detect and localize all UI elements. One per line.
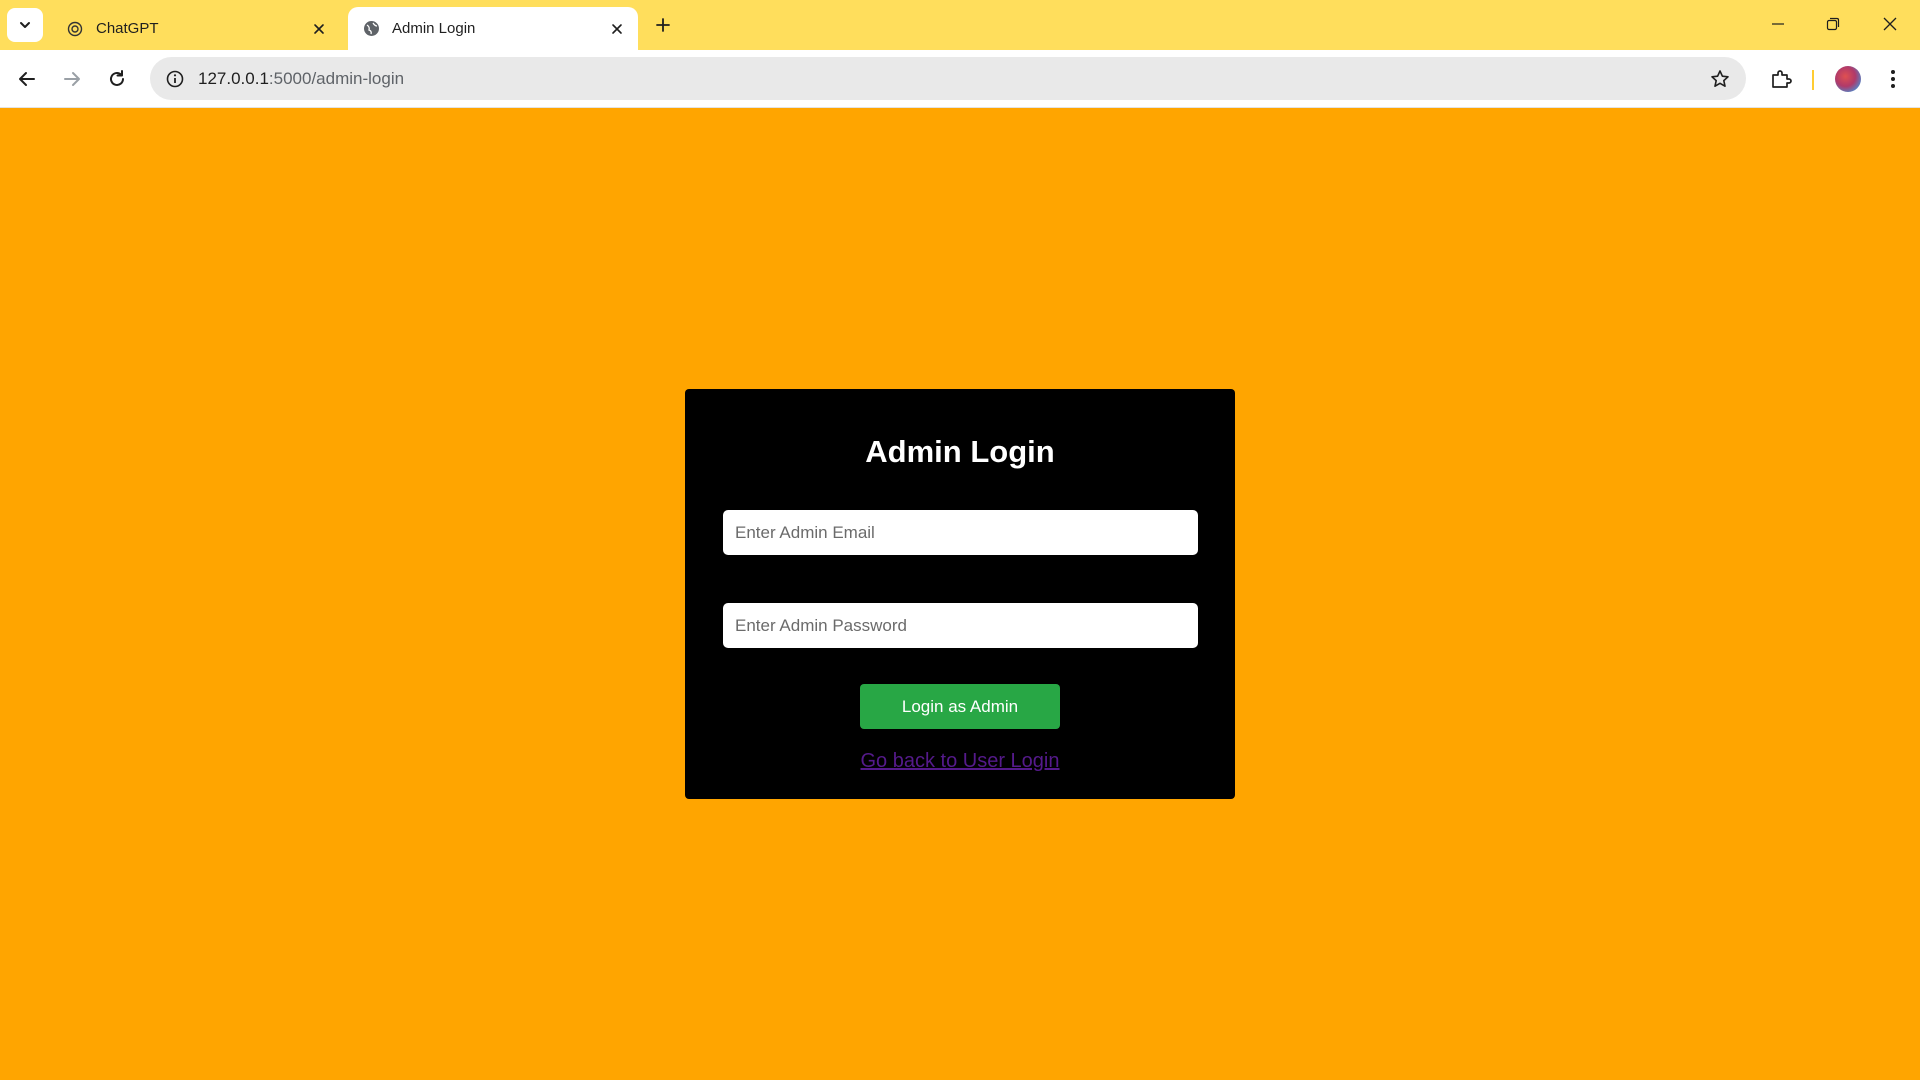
restore-icon (1826, 17, 1840, 31)
menu-button[interactable] (1876, 62, 1910, 96)
minimize-icon (1772, 23, 1784, 25)
extensions-button[interactable] (1764, 62, 1798, 96)
back-link-container: Go back to User Login (685, 750, 1235, 773)
bookmark-star-icon[interactable] (1708, 67, 1732, 91)
reload-button[interactable] (100, 62, 134, 96)
profile-avatar[interactable] (1835, 66, 1861, 92)
back-button[interactable] (10, 62, 44, 96)
more-vertical-icon (1891, 70, 1895, 88)
page-content: Admin Login Login as Admin Go back to Us… (0, 108, 1920, 1080)
close-window-button[interactable] (1870, 8, 1910, 40)
admin-password-input[interactable] (723, 603, 1198, 648)
tab-chatgpt[interactable]: ChatGPT (52, 7, 340, 50)
globe-icon (362, 20, 380, 38)
arrow-left-icon (19, 72, 35, 86)
login-heading: Admin Login (865, 434, 1055, 469)
tab-title: Admin Login (392, 20, 476, 37)
arrow-right-icon (64, 72, 80, 86)
address-bar[interactable]: 127.0.0.1:5000/admin-login (150, 57, 1746, 100)
tab-title: ChatGPT (96, 20, 159, 37)
user-login-link[interactable]: Go back to User Login (861, 750, 1060, 772)
minimize-button[interactable] (1758, 8, 1798, 40)
chevron-down-icon (20, 22, 30, 28)
url-text: 127.0.0.1:5000/admin-login (198, 69, 404, 89)
puzzle-icon (1772, 70, 1792, 88)
tab-admin-login[interactable]: Admin Login (348, 7, 638, 50)
url-path: :5000/admin-login (268, 68, 405, 88)
url-host: 127.0.0.1 (198, 68, 269, 88)
toolbar-divider (1812, 70, 1814, 90)
close-icon[interactable] (608, 20, 626, 38)
reload-icon (110, 70, 124, 86)
browser-toolbar: 127.0.0.1:5000/admin-login (0, 50, 1920, 108)
site-info-icon[interactable] (164, 68, 186, 90)
tab-search-button[interactable] (7, 8, 43, 42)
tab-strip: ChatGPT Admin Login (0, 0, 1920, 50)
chatgpt-icon (66, 20, 84, 38)
restore-button[interactable] (1813, 8, 1853, 40)
close-icon[interactable] (310, 20, 328, 38)
close-icon (1883, 17, 1897, 31)
new-tab-button[interactable] (651, 13, 675, 37)
plus-icon (656, 18, 670, 32)
admin-email-input[interactable] (723, 510, 1198, 555)
login-card: Admin Login Login as Admin Go back to Us… (685, 389, 1235, 799)
forward-button[interactable] (55, 62, 89, 96)
login-as-admin-button[interactable]: Login as Admin (860, 684, 1060, 729)
